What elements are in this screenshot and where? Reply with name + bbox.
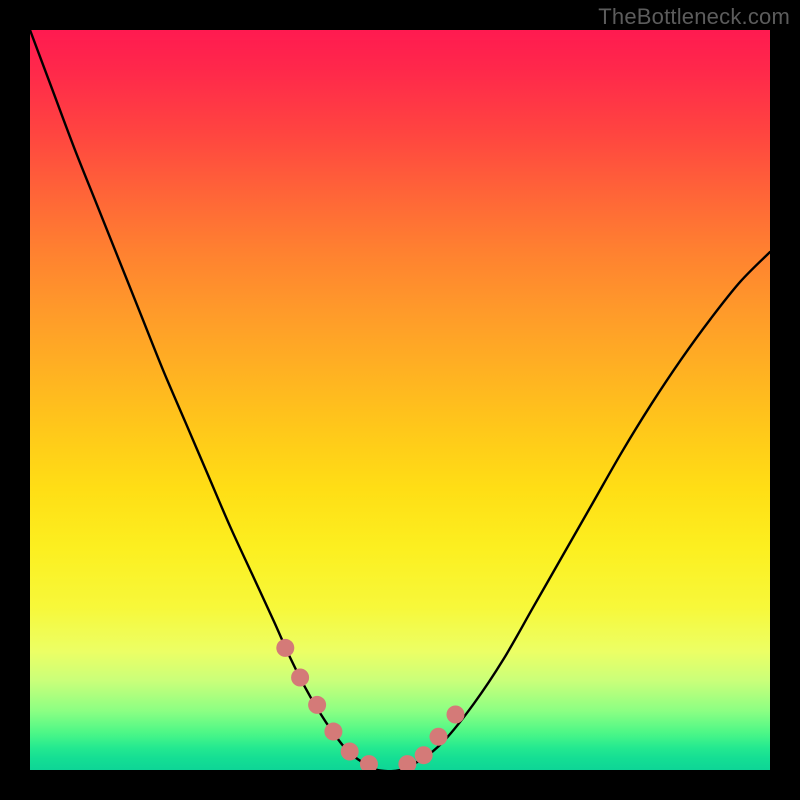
- highlight-marker: [429, 728, 447, 746]
- chart-stage: TheBottleneck.com: [0, 0, 800, 800]
- plot-area: [30, 30, 770, 770]
- curve-layer: [30, 30, 770, 770]
- highlight-marker: [360, 755, 378, 770]
- highlight-marker: [276, 639, 294, 657]
- highlight-marker: [341, 743, 359, 761]
- highlight-marker: [308, 696, 326, 714]
- bottleneck-curve: [30, 30, 770, 770]
- highlight-marker: [415, 746, 433, 764]
- highlight-marker: [324, 723, 342, 741]
- attribution-label: TheBottleneck.com: [598, 4, 790, 30]
- highlight-marker: [447, 706, 465, 724]
- highlight-markers: [276, 639, 464, 770]
- highlight-marker: [398, 755, 416, 770]
- highlight-marker: [291, 669, 309, 687]
